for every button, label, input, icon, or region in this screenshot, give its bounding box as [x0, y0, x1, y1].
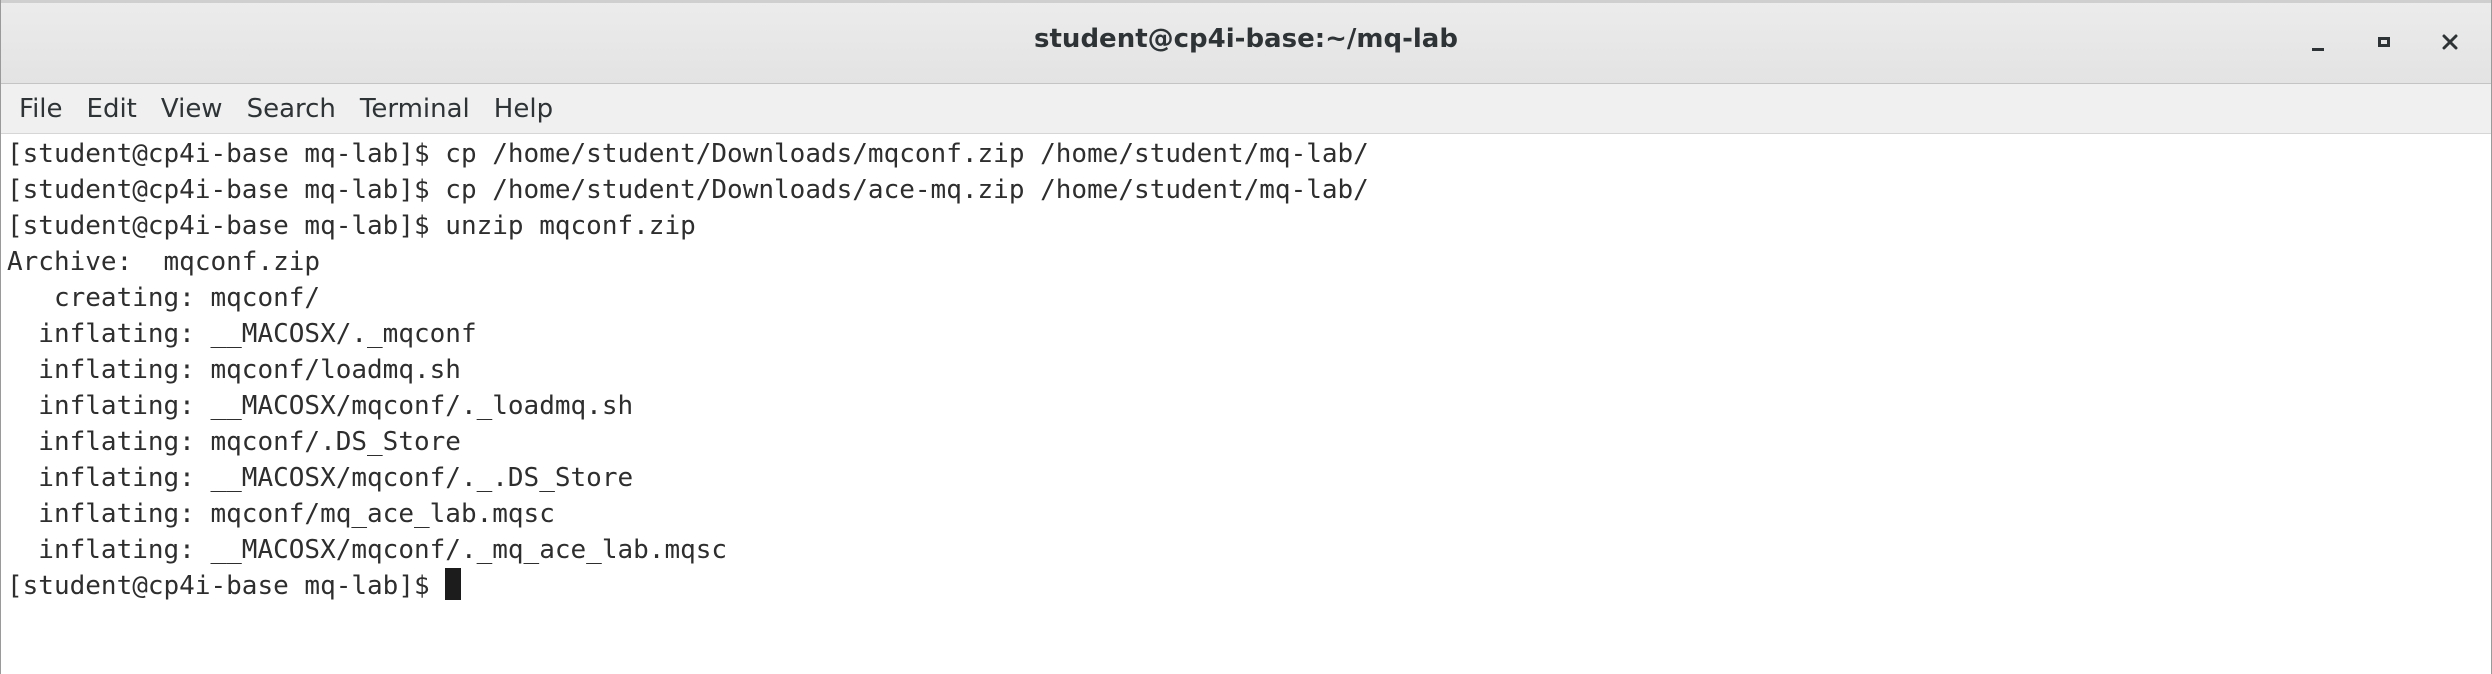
- menu-file[interactable]: File: [7, 88, 75, 130]
- close-button[interactable]: [2417, 22, 2483, 62]
- maximize-icon: [2378, 37, 2390, 47]
- minimize-icon: [2312, 47, 2324, 51]
- menu-help[interactable]: Help: [482, 88, 565, 130]
- maximize-button[interactable]: [2351, 22, 2417, 62]
- minimize-button[interactable]: [2285, 22, 2351, 62]
- title-bar[interactable]: student@cp4i-base:~/mq-lab: [1, 0, 2491, 84]
- terminal-line: [student@cp4i-base mq-lab]$ unzip mqconf…: [7, 211, 696, 241]
- terminal-prompt-line[interactable]: [student@cp4i-base mq-lab]$: [7, 568, 2485, 604]
- terminal-line: inflating: __MACOSX/mqconf/._.DS_Store: [7, 463, 634, 493]
- close-icon: [2442, 34, 2458, 50]
- menu-view[interactable]: View: [149, 88, 235, 130]
- terminal-line: inflating: __MACOSX/mqconf/._loadmq.sh: [7, 391, 634, 421]
- terminal-line: inflating: mqconf/mq_ace_lab.mqsc: [7, 499, 555, 529]
- title-bar-edge: [1, 0, 2491, 3]
- terminal-window: student@cp4i-base:~/mq-lab File Edit Vie…: [0, 0, 2492, 674]
- menu-bar: File Edit View Search Terminal Help: [1, 84, 2491, 134]
- window-title: student@cp4i-base:~/mq-lab: [1034, 24, 1458, 54]
- terminal-line: creating: mqconf/: [7, 283, 321, 313]
- terminal-line: [student@cp4i-base mq-lab]$ cp /home/stu…: [7, 139, 1369, 169]
- terminal-line: inflating: mqconf/.DS_Store: [7, 427, 461, 457]
- text-cursor: [445, 568, 462, 600]
- terminal-line: inflating: __MACOSX/mqconf/._mq_ace_lab.…: [7, 535, 728, 565]
- menu-terminal[interactable]: Terminal: [348, 88, 482, 130]
- terminal-line: inflating: mqconf/loadmq.sh: [7, 355, 461, 385]
- menu-edit[interactable]: Edit: [75, 88, 149, 130]
- terminal-output[interactable]: [student@cp4i-base mq-lab]$ cp /home/stu…: [1, 134, 2491, 674]
- terminal-line: [student@cp4i-base mq-lab]$ cp /home/stu…: [7, 175, 1369, 205]
- terminal-prompt: [student@cp4i-base mq-lab]$: [7, 571, 446, 601]
- menu-search[interactable]: Search: [235, 88, 348, 130]
- terminal-line: inflating: __MACOSX/._mqconf: [7, 319, 477, 349]
- terminal-line: Archive: mqconf.zip: [7, 247, 321, 277]
- window-controls: [2285, 22, 2483, 62]
